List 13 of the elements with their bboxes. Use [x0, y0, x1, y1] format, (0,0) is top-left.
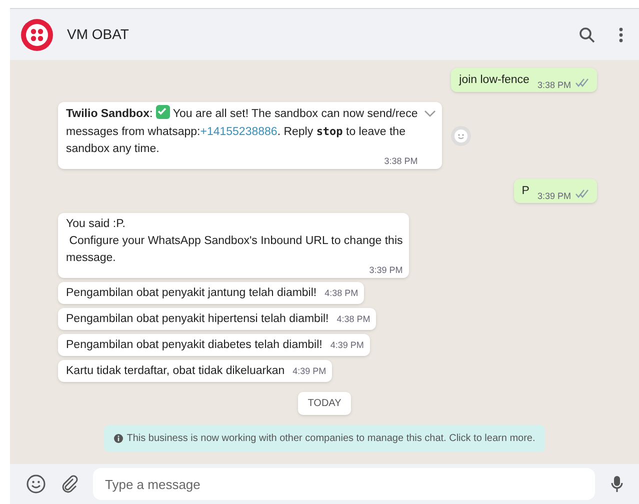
- outgoing-message: join low-fence 3:38 PM: [451, 68, 597, 92]
- info-banner[interactable]: This business is now working with other companies to manage this chat. Click to learn more.: [104, 425, 546, 452]
- incoming-message: Pengambilan obat penyakit jantung telah diambil! 4:38 PM: [58, 282, 364, 304]
- message-input[interactable]: Type a message: [93, 468, 595, 500]
- date-label: TODAY: [298, 392, 352, 415]
- outgoing-message: P 3:39 PM: [514, 179, 597, 203]
- incoming-message: Kartu tidak terdaftar, obat tidak dikeluarkan 4:39 PM: [58, 360, 332, 382]
- chat-title: VM OBAT: [67, 25, 129, 44]
- incoming-message: Pengambilan obat penyakit hipertensi telah diambil! 4:38 PM: [58, 308, 376, 330]
- incoming-message: Twilio Sandbox: You are all set! The sandbox can now send/rece messages from whatsapp:+14155238886. Reply stop to leave the sandbox any time. 3:38 PM: [58, 102, 442, 169]
- incoming-message: You said :P. Configure your WhatsApp Sandbox's Inbound URL to change this message. 3:39 PM: [58, 213, 409, 278]
- info-text: This business is now working with other companies to manage this chat. Click to learn more.: [126, 432, 536, 446]
- incoming-message: Pengambilan obat penyakit diabetes telah diambil! 4:39 PM: [58, 334, 370, 356]
